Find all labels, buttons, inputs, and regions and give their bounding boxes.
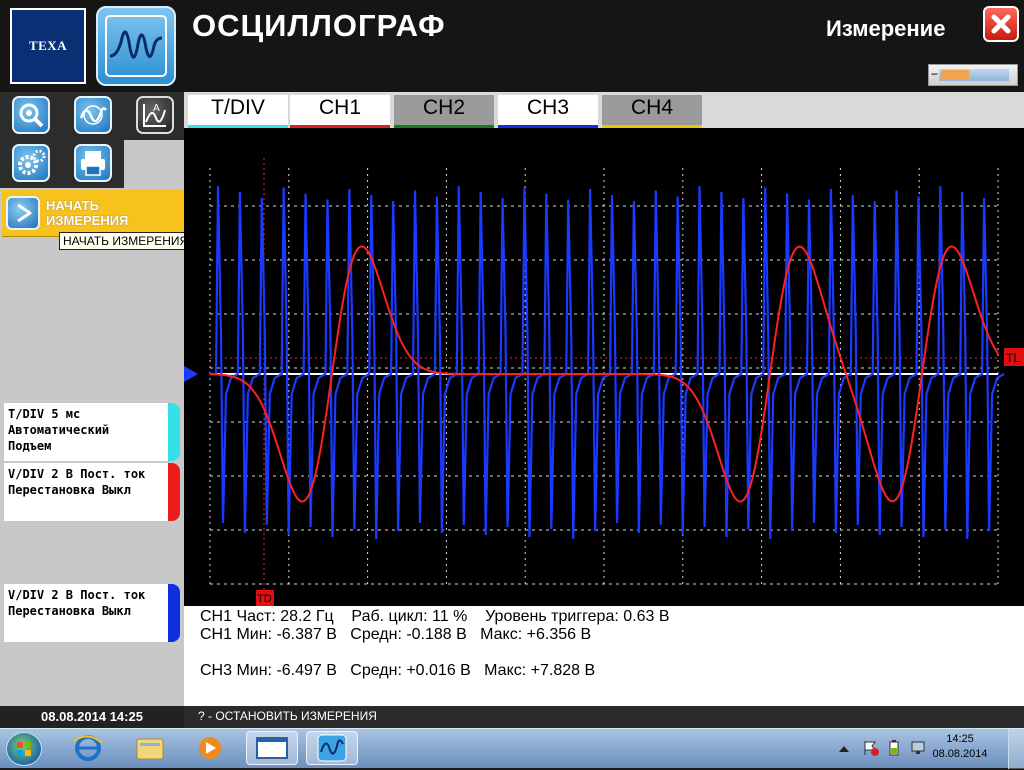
zoom-icon[interactable] [12, 96, 50, 134]
measure-graph-icon[interactable]: A [136, 96, 174, 134]
close-icon [991, 14, 1011, 34]
trigger-delay-marker[interactable]: TD [256, 590, 274, 606]
status-datetime: 08.08.2014 14:25 [0, 706, 184, 728]
ch3-waveform [210, 185, 1005, 540]
ch3-color-stripe [168, 584, 180, 642]
readout-line-ch3-minmax: CH3 Мин: -6.497 В Средн: +0.016 В Макс: … [200, 662, 596, 679]
ch3-line1: V/DIV 2 В Пост. ток [8, 588, 146, 602]
tab-ch1-label: CH1 [318, 96, 361, 119]
left-panel: A НАЧАТЬ ИЗМЕРЕНИЯ НАЧАТЬ ИЗМЕРЕНИЯ T/DI… [0, 92, 193, 706]
svg-text:A: A [153, 103, 160, 114]
show-hidden-icons[interactable] [838, 741, 850, 759]
settings-gears-icon[interactable] [12, 144, 50, 182]
ch3-line2: Перестановка Выкл [8, 604, 131, 618]
readout-line-ch1-freq: CH1 Част: 28.2 Гц Раб. цикл: 11 % Уровен… [200, 608, 670, 625]
taskbar: 14:25 08.08.2014 [0, 728, 1024, 769]
tab-ch1[interactable]: CH1 [290, 95, 390, 129]
channel-tabs: T/DIV CH1 CH2 CH3 CH4 [184, 92, 1024, 129]
tab-ch2[interactable]: CH2 [394, 95, 494, 129]
progress-fill [941, 70, 969, 80]
tooltip: НАЧАТЬ ИЗМЕРЕНИЯ [59, 232, 193, 250]
tab-ch4[interactable]: CH4 [602, 95, 702, 129]
play-icon [6, 196, 40, 230]
tab-tdiv[interactable]: T/DIV [188, 95, 288, 129]
ch1-card[interactable]: V/DIV 2 В Пост. ток Перестановка Выкл [4, 463, 180, 521]
timebase-line3: Подъем [8, 439, 52, 453]
tab-tdiv-label: T/DIV [211, 96, 265, 119]
tab-ch3-label: CH3 [526, 96, 569, 119]
tab-ch3[interactable]: CH3 [498, 95, 598, 129]
oscilloscope-app-icon [96, 6, 176, 86]
trigger-level-marker[interactable]: TL [1004, 348, 1024, 366]
network-icon[interactable] [910, 739, 926, 762]
printer-icon[interactable] [74, 144, 112, 182]
ch3-card[interactable]: V/DIV 2 В Пост. ток Перестановка Выкл [4, 584, 180, 642]
trigger-level-label: TL [1006, 351, 1020, 365]
tab-ch4-label: CH4 [630, 96, 673, 119]
tab-ch2-label: CH2 [422, 96, 465, 119]
close-button[interactable] [983, 6, 1019, 42]
internet-explorer-icon[interactable] [62, 731, 114, 765]
taskbar-clock[interactable]: 14:25 08.08.2014 [930, 732, 990, 762]
header-bar: TEXA ОСЦИЛЛОГРАФ Измерение − [0, 0, 1024, 92]
ch1-line1: V/DIV 2 В Пост. ток [8, 467, 146, 481]
waveform-canvas: TL TD [184, 158, 1024, 606]
minus-icon: − [931, 67, 939, 81]
page-title: ОСЦИЛЛОГРАФ [192, 8, 446, 43]
ch3-offset-marker[interactable] [184, 366, 198, 382]
readout-line-ch1-minmax: CH1 Мин: -6.387 В Средн: -0.188 В Макс: … [200, 626, 592, 643]
clock-time: 14:25 [946, 733, 974, 745]
window-icon[interactable] [246, 731, 298, 765]
ch1-color-stripe [168, 463, 180, 521]
timebase-line2: Автоматический [8, 423, 110, 437]
battery-icon[interactable] [888, 739, 900, 762]
texa-logo: TEXA [10, 8, 86, 84]
mode-label: Измерение [826, 16, 946, 41]
timebase-card[interactable]: T/DIV 5 мс Автоматический Подъем [4, 403, 180, 461]
windows-logo-icon [17, 742, 31, 756]
auto-tune-icon[interactable] [74, 96, 112, 134]
media-player-icon[interactable] [184, 731, 236, 765]
clock-date: 08.08.2014 [932, 748, 988, 760]
action-center-flag-icon[interactable] [862, 739, 880, 762]
status-hint: ? - ОСТАНОВИТЬ ИЗМЕРЕНИЯ [198, 709, 377, 723]
progress-indicator: − [928, 64, 1018, 86]
trigger-delay-label: TD [257, 593, 272, 605]
oscilloscope-taskbar-icon[interactable] [306, 731, 358, 765]
timebase-color-stripe [168, 403, 180, 461]
start-button[interactable] [6, 732, 42, 766]
timebase-line1: T/DIV 5 мс [8, 407, 81, 421]
measurement-readout: CH1 Част: 28.2 Гц Раб. цикл: 11 % Уровен… [184, 606, 1024, 706]
file-explorer-icon[interactable] [124, 731, 176, 765]
start-measurement-label: НАЧАТЬ ИЗМЕРЕНИЯ [46, 198, 129, 228]
start-measurement-button[interactable]: НАЧАТЬ ИЗМЕРЕНИЯ [2, 190, 184, 237]
show-desktop-button[interactable] [1008, 729, 1024, 769]
ch1-line2: Перестановка Выкл [8, 483, 131, 497]
oscilloscope-display[interactable]: TL TD [184, 128, 1024, 606]
status-bar: 08.08.2014 14:25 ? - ОСТАНОВИТЬ ИЗМЕРЕНИ… [0, 706, 1024, 728]
